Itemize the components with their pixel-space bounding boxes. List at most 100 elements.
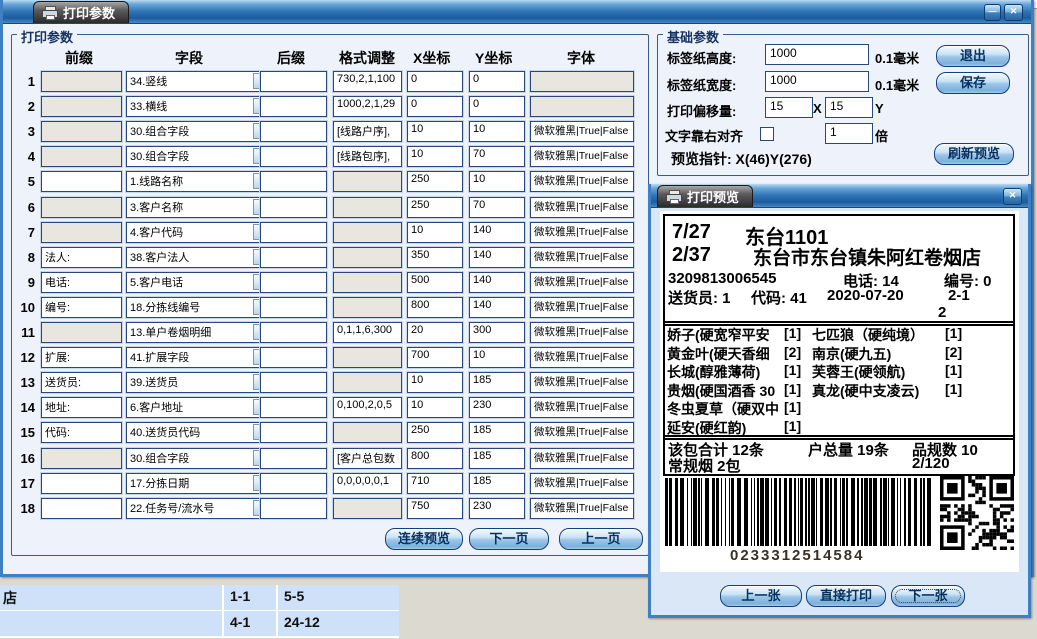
font-input[interactable]: 微软雅黑|True|False [530, 146, 634, 167]
x-coord-input[interactable]: 10 [407, 222, 463, 243]
format-input[interactable] [333, 272, 402, 293]
format-input[interactable]: 730,2,1,100 [333, 71, 402, 92]
suffix-input[interactable] [260, 197, 327, 218]
prefix-input[interactable] [41, 322, 122, 343]
x-coord-input[interactable]: 0 [407, 96, 463, 117]
font-input[interactable]: 微软雅黑|True|False [530, 498, 634, 519]
format-input[interactable]: 0,1,1,6,300 [333, 322, 402, 343]
suffix-input[interactable] [260, 247, 327, 268]
suffix-input[interactable] [260, 121, 327, 142]
font-input[interactable]: 微软雅黑|True|False [530, 347, 634, 368]
suffix-input[interactable] [260, 222, 327, 243]
font-input[interactable]: 微软雅黑|True|False [530, 171, 634, 192]
close-button[interactable]: ✕ [1004, 4, 1023, 21]
field-select[interactable]: 4.客户代码▼ [126, 222, 273, 243]
prev-label-button[interactable]: 上一张 [720, 585, 802, 607]
continuous-preview-button[interactable]: 连续预览 [385, 528, 463, 550]
field-select[interactable]: 5.客户电话▼ [126, 272, 273, 293]
font-input[interactable]: 微软雅黑|True|False [530, 197, 634, 218]
prefix-input[interactable]: 编号: [41, 297, 122, 318]
label-height-input[interactable]: 1000 [765, 44, 869, 65]
format-input[interactable]: [客户总包数 [333, 448, 402, 469]
suffix-input[interactable] [260, 347, 327, 368]
format-input[interactable]: [线路户序], [333, 121, 402, 142]
suffix-input[interactable] [260, 146, 327, 167]
y-coord-input[interactable]: 300 [469, 322, 525, 343]
prefix-input[interactable]: 代码: [41, 422, 122, 443]
font-input[interactable]: 微软雅黑|True|False [530, 272, 634, 293]
prefix-input[interactable] [41, 146, 122, 167]
y-coord-input[interactable]: 0 [469, 96, 525, 117]
suffix-input[interactable] [260, 171, 327, 192]
y-coord-input[interactable]: 140 [469, 222, 525, 243]
field-select[interactable]: 41.扩展字段▼ [126, 347, 273, 368]
offset-y-input[interactable]: 15 [825, 97, 873, 118]
y-coord-input[interactable]: 10 [469, 121, 525, 142]
x-coord-input[interactable]: 0 [407, 71, 463, 92]
y-coord-input[interactable]: 140 [469, 297, 525, 318]
prefix-input[interactable] [41, 121, 122, 142]
field-select[interactable]: 6.客户地址▼ [126, 397, 273, 418]
suffix-input[interactable] [260, 422, 327, 443]
field-select[interactable]: 33.横线▼ [126, 96, 273, 117]
suffix-input[interactable] [260, 322, 327, 343]
format-input[interactable]: 1000,2,1,29 [333, 96, 402, 117]
scale-input[interactable]: 1 [825, 123, 873, 144]
prefix-input[interactable] [41, 197, 122, 218]
field-select[interactable]: 34.竖线▼ [126, 71, 273, 92]
format-input[interactable] [333, 372, 402, 393]
y-coord-input[interactable]: 185 [469, 448, 525, 469]
suffix-input[interactable] [260, 448, 327, 469]
prefix-input[interactable]: 扩展: [41, 347, 122, 368]
suffix-input[interactable] [260, 71, 327, 92]
refresh-preview-button[interactable]: 刷新预览 [934, 143, 1014, 165]
prefix-input[interactable]: 送货员: [41, 372, 122, 393]
format-input[interactable] [333, 297, 402, 318]
y-coord-input[interactable]: 140 [469, 272, 525, 293]
prefix-input[interactable] [41, 96, 122, 117]
field-select[interactable]: 22.任务号/流水号▼ [126, 498, 273, 519]
x-coord-input[interactable]: 800 [407, 448, 463, 469]
x-coord-input[interactable]: 10 [407, 372, 463, 393]
x-coord-input[interactable]: 10 [407, 397, 463, 418]
x-coord-input[interactable]: 350 [407, 247, 463, 268]
suffix-input[interactable] [260, 372, 327, 393]
preview-close-button[interactable]: ✕ [1003, 188, 1022, 205]
x-coord-input[interactable]: 750 [407, 498, 463, 519]
suffix-input[interactable] [260, 297, 327, 318]
x-coord-input[interactable]: 250 [407, 197, 463, 218]
prefix-input[interactable] [41, 171, 122, 192]
font-input[interactable] [530, 71, 634, 92]
field-select[interactable]: 30.组合字段▼ [126, 146, 273, 167]
font-input[interactable] [530, 96, 634, 117]
prefix-input[interactable]: 电话: [41, 272, 122, 293]
suffix-input[interactable] [260, 96, 327, 117]
x-coord-input[interactable]: 20 [407, 322, 463, 343]
prefix-input[interactable] [41, 71, 122, 92]
x-coord-input[interactable]: 250 [407, 422, 463, 443]
field-select[interactable]: 39.送货员▼ [126, 372, 273, 393]
format-input[interactable] [333, 222, 402, 243]
field-select[interactable]: 13.单户卷烟明细▼ [126, 322, 273, 343]
prefix-input[interactable] [41, 473, 122, 494]
prev-page-button[interactable]: 上一页 [559, 528, 643, 550]
y-coord-input[interactable]: 185 [469, 372, 525, 393]
x-coord-input[interactable]: 10 [407, 146, 463, 167]
font-input[interactable]: 微软雅黑|True|False [530, 372, 634, 393]
format-input[interactable] [333, 347, 402, 368]
font-input[interactable]: 微软雅黑|True|False [530, 297, 634, 318]
font-input[interactable]: 微软雅黑|True|False [530, 473, 634, 494]
x-coord-input[interactable]: 10 [407, 121, 463, 142]
y-coord-input[interactable]: 185 [469, 422, 525, 443]
prefix-input[interactable]: 法人: [41, 247, 122, 268]
x-coord-input[interactable]: 700 [407, 347, 463, 368]
y-coord-input[interactable]: 185 [469, 473, 525, 494]
font-input[interactable]: 微软雅黑|True|False [530, 322, 634, 343]
prefix-input[interactable] [41, 448, 122, 469]
font-input[interactable]: 微软雅黑|True|False [530, 121, 634, 142]
y-coord-input[interactable]: 70 [469, 146, 525, 167]
field-select[interactable]: 17.分拣日期▼ [126, 473, 273, 494]
minimize-button[interactable]: — [984, 4, 1001, 21]
format-input[interactable] [333, 498, 402, 519]
next-page-button[interactable]: 下一页 [469, 528, 549, 550]
